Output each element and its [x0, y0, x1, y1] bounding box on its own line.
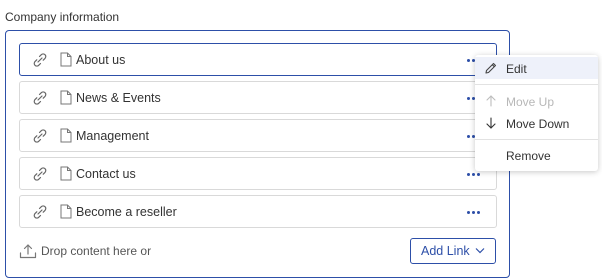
list-item-label: Contact us: [76, 167, 136, 181]
link-icon: [33, 91, 47, 105]
list-item[interactable]: Contact us: [19, 157, 497, 190]
more-options-icon[interactable]: [463, 203, 483, 221]
link-icon: [33, 53, 47, 67]
list-item-label: News & Events: [76, 91, 161, 105]
add-link-label: Add Link: [421, 244, 470, 258]
list-item[interactable]: About us: [19, 43, 497, 76]
list-item[interactable]: Management: [19, 119, 497, 152]
menu-item-move-down[interactable]: Move Down: [475, 112, 598, 134]
link-icon: [33, 205, 47, 219]
page-icon: [60, 128, 72, 143]
menu-item-edit[interactable]: Edit: [475, 57, 598, 79]
content-list-panel: About us News & Events Management Contac…: [5, 30, 510, 278]
page-icon: [60, 166, 72, 181]
section-title: Company information: [5, 10, 120, 24]
add-link-button[interactable]: Add Link: [410, 238, 496, 264]
page-icon: [60, 90, 72, 105]
context-menu: Edit Move Up Move Down Remove: [475, 55, 598, 171]
list-item-label: Become a reseller: [76, 205, 177, 219]
link-icon: [33, 129, 47, 143]
menu-item-label: Move Up: [506, 95, 555, 109]
page-icon: [60, 204, 72, 219]
pencil-icon: [485, 62, 497, 74]
menu-item-remove[interactable]: Remove: [475, 144, 598, 166]
chevron-down-icon: [475, 248, 485, 254]
list-item[interactable]: Become a reseller: [19, 195, 497, 228]
menu-item-label: Move Down: [506, 117, 570, 131]
link-icon: [33, 167, 47, 181]
list-item[interactable]: News & Events: [19, 81, 497, 114]
menu-item-label: Remove: [506, 149, 551, 163]
drop-zone-text: Drop content here or: [41, 244, 152, 258]
menu-item-move-up[interactable]: Move Up: [475, 90, 598, 112]
list-item-label: About us: [76, 53, 126, 67]
page-icon: [60, 52, 72, 67]
menu-divider: [475, 84, 598, 85]
arrow-down-icon: [486, 117, 496, 129]
menu-item-label: Edit: [506, 62, 527, 76]
menu-divider: [475, 139, 598, 140]
upload-icon: [19, 244, 37, 259]
list-item-label: Management: [76, 129, 149, 143]
arrow-up-icon: [486, 95, 496, 107]
